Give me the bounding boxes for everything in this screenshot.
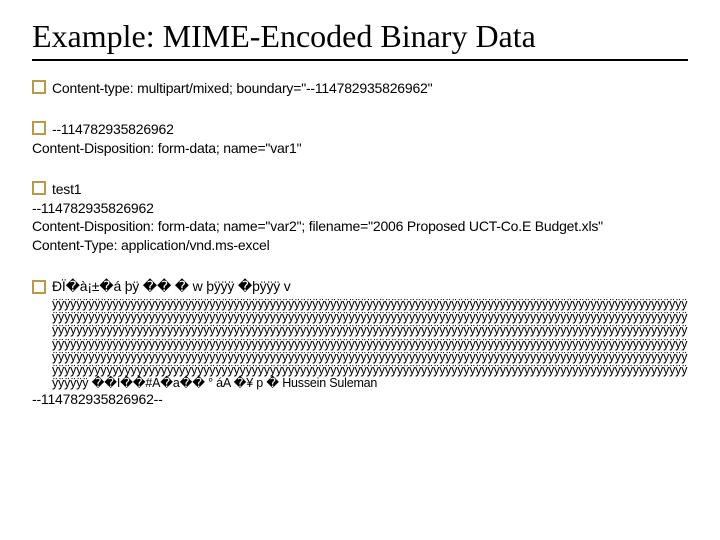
test-value-line: test1 [52, 180, 81, 199]
bullet-icon [32, 80, 46, 94]
disposition-line-2: Content-Disposition: form-data; name="va… [32, 217, 688, 236]
part1-header-block: --114782935826962 Content-Disposition: f… [32, 120, 688, 158]
content-type-line: Content-type: multipart/mixed; boundary=… [52, 79, 432, 98]
slide-title: Example: MIME-Encoded Binary Data [32, 18, 688, 61]
mime-header-block: Content-type: multipart/mixed; boundary=… [32, 79, 688, 98]
boundary-line: --114782935826962 [52, 120, 174, 139]
content-type-excel-line: Content-Type: application/vnd.ms-excel [32, 236, 688, 255]
disposition-line: Content-Disposition: form-data; name="va… [32, 139, 688, 158]
closing-boundary-line: --114782935826962-- [32, 390, 688, 409]
part2-header-block: test1 --114782935826962 Content-Disposit… [32, 180, 688, 256]
boundary-line-2: --114782935826962 [32, 199, 688, 218]
bullet-icon [32, 181, 46, 195]
binary-prefix-line: ÐÏ�à¡±�á þÿ �� � w þÿÿÿ �þÿÿÿ v [52, 277, 291, 296]
binary-tail: ��Í��#A�a�� ° áA �¥ p � Hussein Suleman [88, 376, 377, 390]
bullet-icon [32, 280, 46, 294]
bullet-icon [32, 121, 46, 135]
binary-data-block: ÐÏ�à¡±�á þÿ �� � w þÿÿÿ �þÿÿÿ v ÿÿÿÿÿÿÿÿ… [32, 277, 688, 409]
